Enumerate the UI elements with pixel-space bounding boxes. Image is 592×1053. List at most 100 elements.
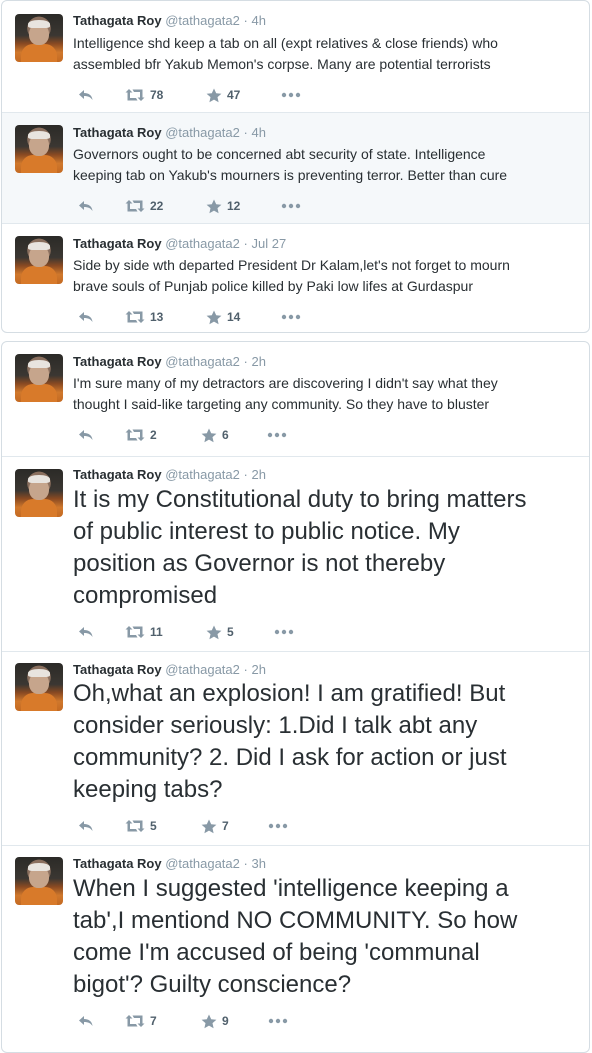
more-button[interactable] — [281, 308, 301, 326]
author-handle[interactable]: @tathagata2 — [165, 125, 240, 140]
tweet-text-line: compromised — [73, 582, 218, 609]
timestamp[interactable]: 2h — [251, 467, 265, 482]
retweet-button[interactable]: 22 — [125, 197, 163, 215]
avatar[interactable] — [15, 125, 63, 173]
author-name[interactable]: Tathagata Roy — [73, 662, 162, 677]
author-handle[interactable]: @tathagata2 — [165, 467, 240, 482]
author-name[interactable]: Tathagata Roy — [73, 467, 162, 482]
separator-dot: · — [243, 856, 248, 871]
tweet[interactable]: Tathagata Roy @tathagata2 · 3h When I su… — [2, 845, 589, 1052]
tweet[interactable]: Tathagata Roy @tathagata2 · 4h Governors… — [2, 112, 589, 223]
author-name[interactable]: Tathagata Roy — [73, 13, 162, 28]
favorite-button[interactable]: 47 — [206, 86, 240, 104]
favorite-count: 14 — [227, 310, 241, 324]
timestamp[interactable]: 2h — [251, 662, 265, 677]
retweet-icon — [125, 311, 145, 323]
reply-button[interactable] — [78, 1012, 94, 1030]
reply-button[interactable] — [78, 308, 94, 326]
favorite-button[interactable]: 5 — [206, 623, 234, 641]
tweet[interactable]: Tathagata Roy @tathagata2 · Jul 27 Side … — [2, 223, 589, 332]
star-icon — [206, 625, 222, 639]
favorite-count: 6 — [222, 428, 229, 442]
avatar[interactable] — [15, 663, 63, 711]
star-icon — [206, 88, 222, 102]
favorite-button[interactable]: 14 — [206, 308, 240, 326]
author-handle[interactable]: @tathagata2 — [165, 856, 240, 871]
timestamp[interactable]: Jul 27 — [251, 236, 286, 251]
retweet-button[interactable]: 2 — [125, 426, 157, 444]
timestamp[interactable]: 2h — [251, 354, 265, 369]
favorite-button[interactable]: 9 — [201, 1012, 229, 1030]
retweet-button[interactable]: 11 — [125, 623, 163, 641]
author-name[interactable]: Tathagata Roy — [73, 856, 162, 871]
reply-button[interactable] — [78, 197, 94, 215]
favorite-count: 47 — [227, 88, 241, 102]
avatar[interactable] — [15, 354, 63, 402]
tweet-text: Oh,what an explosion! I am gratified! Bu… — [73, 678, 577, 806]
author-handle[interactable]: @tathagata2 — [165, 662, 240, 677]
retweet-icon — [125, 89, 145, 101]
separator-dot: · — [243, 467, 248, 482]
retweet-count: 11 — [150, 625, 163, 639]
retweet-icon — [125, 626, 145, 638]
more-button[interactable] — [267, 426, 287, 444]
favorite-button[interactable]: 6 — [201, 426, 229, 444]
tweet-group-2: Tathagata Roy @tathagata2 · 2h I'm sure … — [1, 341, 590, 1053]
tweet-text-line: of public interest to public notice. My — [73, 518, 460, 545]
reply-icon — [79, 1016, 93, 1026]
retweet-button[interactable]: 7 — [125, 1012, 157, 1030]
favorite-button[interactable]: 12 — [206, 197, 240, 215]
retweet-button[interactable]: 5 — [125, 817, 157, 835]
retweet-icon — [125, 1015, 145, 1027]
reply-button[interactable] — [78, 817, 94, 835]
favorite-count: 12 — [227, 199, 241, 213]
separator-dot: · — [243, 236, 248, 251]
more-button[interactable] — [274, 623, 294, 641]
author-name[interactable]: Tathagata Roy — [73, 236, 162, 251]
more-button[interactable] — [281, 197, 301, 215]
tweet-text: It is my Constitutional duty to bring ma… — [73, 484, 577, 612]
tweet[interactable]: Tathagata Roy @tathagata2 · 2h Oh,what a… — [2, 651, 589, 845]
tweet[interactable]: Tathagata Roy @tathagata2 · 4h Intellige… — [2, 1, 589, 112]
retweet-count: 7 — [150, 1014, 157, 1028]
timestamp[interactable]: 4h — [251, 13, 265, 28]
author-handle[interactable]: @tathagata2 — [165, 354, 240, 369]
tweet-header: Tathagata Roy @tathagata2 · 2h — [73, 467, 266, 483]
timestamp[interactable]: 4h — [251, 125, 265, 140]
star-icon — [201, 819, 217, 833]
star-icon — [206, 310, 222, 324]
avatar[interactable] — [15, 469, 63, 517]
tweet[interactable]: Tathagata Roy @tathagata2 · 2h I'm sure … — [2, 342, 589, 456]
more-button[interactable] — [281, 86, 301, 104]
more-button[interactable] — [268, 817, 288, 835]
tweet[interactable]: Tathagata Roy @tathagata2 · 2h It is my … — [2, 456, 589, 651]
author-handle[interactable]: @tathagata2 — [165, 236, 240, 251]
timestamp[interactable]: 3h — [251, 856, 265, 871]
tweet-text-line: When I suggested 'intelligence keeping a — [73, 875, 509, 902]
retweet-button[interactable]: 13 — [125, 308, 163, 326]
avatar[interactable] — [15, 857, 63, 905]
reply-button[interactable] — [78, 86, 94, 104]
reply-button[interactable] — [78, 623, 94, 641]
tweet-text: Governors ought to be concerned abt secu… — [73, 144, 577, 186]
reply-icon — [79, 430, 93, 440]
retweet-button[interactable]: 78 — [125, 86, 163, 104]
retweet-icon — [125, 429, 145, 441]
tweet-text-line: tab',I mentiond NO COMMUNITY. So how — [73, 907, 518, 934]
tweet-text-line: Side by side wth departed President Dr K… — [73, 257, 510, 273]
tweet-text-line: come I'm accused of being 'communal — [73, 939, 480, 966]
author-name[interactable]: Tathagata Roy — [73, 125, 162, 140]
author-handle[interactable]: @tathagata2 — [165, 13, 240, 28]
tweet-text-line: brave souls of Punjab police killed by P… — [73, 278, 473, 294]
more-icon — [281, 203, 301, 209]
tweet-text-line: bigot'? Guilty conscience? — [73, 971, 352, 998]
tweet-text: I'm sure many of my detractors are disco… — [73, 373, 577, 415]
favorite-count: 5 — [227, 625, 234, 639]
reply-button[interactable] — [78, 426, 94, 444]
tweet-text: Side by side wth departed President Dr K… — [73, 255, 577, 297]
author-name[interactable]: Tathagata Roy — [73, 354, 162, 369]
avatar[interactable] — [15, 236, 63, 284]
favorite-button[interactable]: 7 — [201, 817, 229, 835]
avatar[interactable] — [15, 14, 63, 62]
more-button[interactable] — [268, 1012, 288, 1030]
